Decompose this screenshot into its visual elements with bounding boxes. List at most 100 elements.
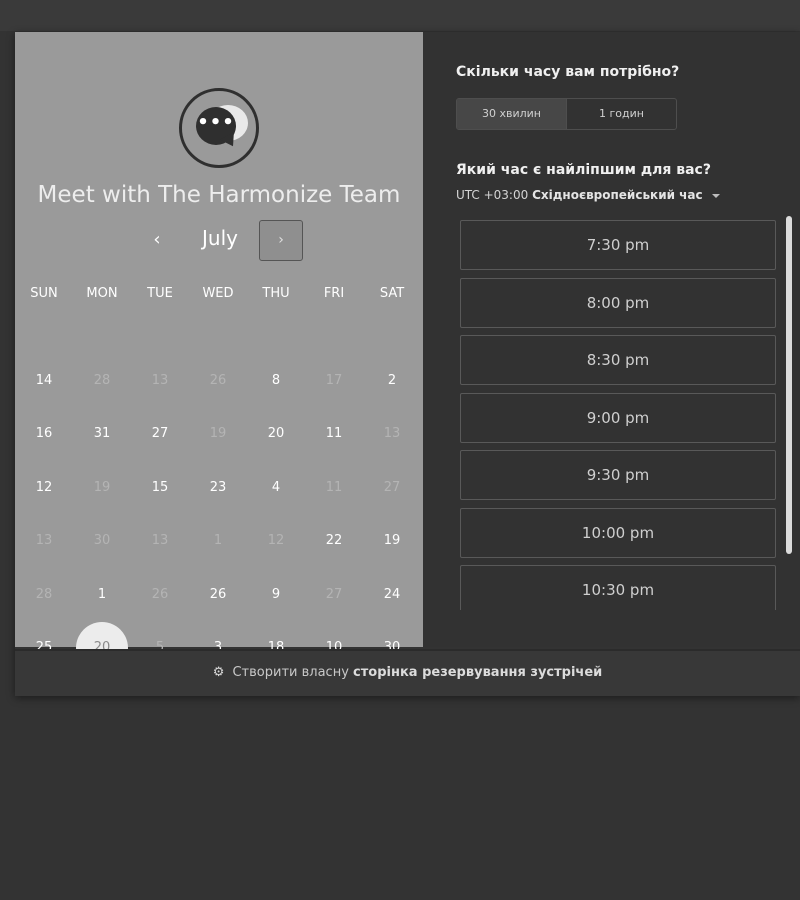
calendar-day-number: 9 (271, 586, 281, 602)
duration-1-hour-option[interactable]: 1 годин (567, 99, 676, 129)
calendar-day-wed[interactable]: 26 (189, 568, 247, 621)
footer-prefix: Створити власну (232, 665, 349, 680)
calendar-day-tue[interactable]: 27 (131, 407, 189, 460)
calendar-day-wed: 1 (189, 514, 247, 567)
calendar-day-wed: 26 (189, 354, 247, 407)
calendar-day-number: 13 (151, 373, 169, 388)
time-slot[interactable]: 8:30 pm (460, 335, 776, 385)
calendar-day-number: 2 (387, 373, 397, 388)
calendar-day-mon[interactable]: 1 (73, 568, 131, 621)
ellipsis-icon: ••• (197, 112, 235, 133)
time-slot[interactable]: 7:30 pm (460, 220, 776, 270)
calendar-day-number: 26 (209, 373, 227, 388)
calendar-day-fri[interactable]: 22 (305, 514, 363, 567)
calendar-day-thu[interactable]: 9 (247, 568, 305, 621)
month-navigation: ‹ July › (15, 218, 423, 262)
calendar-day-fri: 11 (305, 461, 363, 514)
calendar-day-mon: 30 (73, 514, 131, 567)
calendar-day-thu[interactable]: 8 (247, 354, 305, 407)
hubspot-sprocket-icon: ⚙ (212, 665, 225, 680)
time-question: Який час є найліпшим для вас? (456, 162, 711, 178)
calendar-day-number: 11 (325, 479, 343, 495)
month-label: July (202, 226, 238, 250)
calendar-day-thu[interactable]: 20 (247, 407, 305, 460)
chat-bubble-logo-icon: ••• (179, 88, 259, 168)
weekday-fri: FRI (323, 286, 345, 301)
calendar-day-mon: 28 (73, 354, 131, 407)
calendar-day-number: 13 (35, 533, 53, 549)
calendar-day-number: 1 (97, 586, 107, 602)
calendar-day-number: 30 (93, 533, 111, 549)
duration-question: Скільки часу вам потрібно? (456, 64, 680, 80)
caret-down-icon (712, 193, 721, 198)
time-slot[interactable]: 9:30 pm (460, 450, 776, 500)
create-booking-page-link[interactable]: сторінка резервування зустрічей (353, 665, 602, 680)
calendar-day-thu: 12 (247, 514, 305, 567)
weekday-sun: SUN (30, 286, 58, 301)
top-bar (0, 0, 800, 31)
calendar-day-number: 11 (325, 426, 343, 442)
calendar-day-sun[interactable]: 16 (15, 407, 73, 460)
calendar-day-number: 28 (35, 586, 53, 602)
calendar-day-number: 26 (209, 586, 227, 602)
timezone-offset: UTC +03:00 (456, 188, 529, 202)
time-slot[interactable]: 10:30 pm (460, 565, 776, 610)
weekday-wed: WED (202, 286, 234, 301)
calendar-day-tue[interactable]: 15 (131, 461, 189, 514)
calendar-day-number: 12 (267, 533, 285, 549)
calendar-day-mon: 19 (73, 461, 131, 514)
calendar-day-number: 22 (325, 533, 343, 549)
calendar-day-number: 27 (383, 479, 401, 495)
calendar-day-sun[interactable]: 14 (15, 354, 73, 407)
weekday-header-row: SUN MON TUE WED THU FRI SAT (15, 286, 423, 301)
calendar-week-row: 13 30 13 1 12 22 19 (15, 514, 423, 567)
calendar-day-number: 1 (213, 533, 223, 549)
booking-panel: Скільки часу вам потрібно? 30 хвилин 1 г… (423, 32, 800, 647)
previous-month-button[interactable]: ‹ (147, 222, 167, 258)
time-slot[interactable]: 10:00 pm (460, 507, 776, 558)
calendar-day-number: 4 (271, 479, 281, 495)
calendar-day-sat: 13 (363, 407, 421, 460)
duration-30-min-option[interactable]: 30 хвилин (457, 99, 567, 129)
calendar-day-number: 16 (35, 426, 53, 442)
calendar-panel: ••• Meet with The Harmonize Team ‹ July … (15, 32, 423, 674)
weekday-sat: SAT (379, 286, 405, 301)
meetings-widget: ••• Meet with The Harmonize Team ‹ July … (15, 32, 800, 696)
time-slot[interactable]: 8:00 pm (460, 277, 776, 328)
calendar-day-number: 28 (93, 373, 111, 388)
duration-toggle: 30 хвилин 1 годин (456, 98, 677, 130)
next-month-button[interactable]: › (259, 220, 303, 261)
calendar-day-wed[interactable]: 23 (189, 461, 247, 514)
footer-bar: ⚙ Створити власну сторінка резервування … (15, 649, 800, 696)
calendar-day-number: 24 (383, 586, 401, 602)
calendar-day-number: 13 (383, 426, 401, 442)
calendar-day-number: 17 (325, 373, 343, 388)
time-slot-scrollbar[interactable] (786, 216, 792, 554)
calendar-day-number: 13 (151, 533, 169, 549)
calendar-day-number: 19 (383, 533, 401, 549)
calendar-day-number: 27 (325, 586, 343, 602)
calendar-day-sat[interactable]: 24 (363, 568, 421, 621)
calendar-day-sun[interactable]: 12 (15, 461, 73, 514)
calendar-day-sat[interactable]: 19 (363, 514, 421, 567)
calendar-day-fri: 17 (305, 354, 363, 407)
calendar-day-tue: 13 (131, 354, 189, 407)
calendar-day-number: 31 (93, 426, 111, 442)
calendar-day-fri[interactable]: 11 (305, 407, 363, 460)
calendar-day-mon[interactable]: 31 (73, 407, 131, 460)
weekday-thu: THU (262, 286, 290, 301)
calendar-day-number: 23 (209, 479, 227, 495)
calendar-day-number: 15 (151, 479, 169, 495)
calendar-day-thu[interactable]: 4 (247, 461, 305, 514)
calendar-day-wed: 19 (189, 407, 247, 460)
timezone-selector[interactable]: UTC +03:00 Східноєвропейський час (456, 188, 721, 202)
calendar-day-tue: 13 (131, 514, 189, 567)
time-slot[interactable]: 9:00 pm (460, 392, 776, 443)
time-slot-list: 7:30 pm 8:00 pm 8:30 pm 9:00 pm 9:30 pm … (460, 220, 776, 610)
calendar-day-fri: 27 (305, 568, 363, 621)
calendar-day-sat: 27 (363, 461, 421, 514)
calendar-week-row: 16 31 27 19 20 11 13 (15, 407, 423, 460)
weekday-mon: MON (86, 286, 118, 301)
calendar-day-sun: 13 (15, 514, 73, 567)
calendar-day-sat[interactable]: 2 (363, 354, 421, 407)
